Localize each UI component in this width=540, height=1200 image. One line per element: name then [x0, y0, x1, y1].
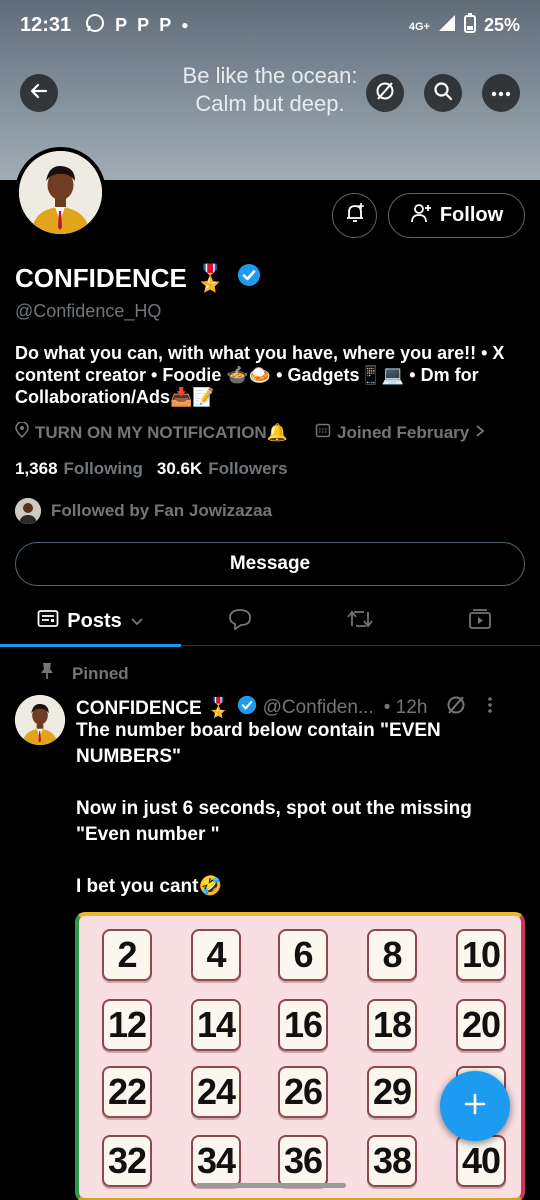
board-number-cell: 12 [102, 999, 152, 1051]
person-add-icon [410, 203, 432, 229]
notification-icons: P P P ● [85, 13, 188, 38]
location-pin-icon [15, 421, 29, 443]
board-number-cell: 36 [278, 1135, 328, 1187]
board-number-cell: 10 [456, 929, 506, 981]
post-more-icon[interactable] [487, 696, 493, 720]
more-horizontal-icon [491, 84, 511, 102]
board-number-cell: 4 [191, 929, 241, 981]
board-number-cell: 6 [278, 929, 328, 981]
grok-button[interactable] [366, 74, 404, 112]
status-bar: 12:31 P P P ● 4G+ 25% [0, 0, 540, 50]
post-line-1: The number board below contain "EVEN NUM… [76, 720, 441, 767]
calendar-icon [315, 422, 331, 443]
board-number-cell: 18 [367, 999, 417, 1051]
follow-label: Follow [439, 204, 504, 226]
battery-level: 25% [483, 14, 520, 35]
repost-icon [346, 608, 374, 635]
pinned-indicator: Pinned [40, 662, 129, 685]
following-count[interactable]: 1,368 [15, 459, 58, 479]
profile-tabs: Posts [0, 596, 540, 647]
tab-reposts[interactable] [320, 596, 400, 646]
board-number-cell: 16 [278, 999, 328, 1051]
board-number-cell: 2 [102, 929, 152, 981]
tab-posts-label: Posts [67, 609, 122, 632]
whatsapp-icon [85, 13, 105, 38]
board-number-cell: 38 [367, 1135, 417, 1187]
board-number-cell: 24 [191, 1066, 241, 1118]
profile-joined[interactable]: Joined February [315, 422, 485, 443]
post-author-handle[interactable]: @Confiden... [263, 697, 374, 719]
chevron-down-icon [130, 610, 144, 633]
verified-badge-icon[interactable] [237, 263, 261, 294]
follow-counts: 1,368 Following 30.6K Followers [15, 459, 288, 479]
pin-icon [40, 662, 54, 685]
bell-plus-icon [344, 202, 366, 229]
avatar-illustration [19, 151, 102, 234]
post-line-2: Now in just 6 seconds, spot out the miss… [76, 798, 472, 845]
profile-name-row: CONFIDENCE 🎖️ [15, 263, 261, 294]
post-avatar-illustration [15, 695, 65, 745]
post-body[interactable]: The number board below contain "EVEN NUM… [76, 718, 516, 926]
arrow-left-icon [29, 81, 49, 106]
post-author-name[interactable]: CONFIDENCE 🎖️ [76, 696, 231, 720]
profile-name: CONFIDENCE 🎖️ [15, 263, 227, 293]
post-author-avatar[interactable] [15, 695, 65, 745]
more-options-button[interactable] [482, 74, 520, 112]
tab-media[interactable] [440, 596, 520, 646]
post-time: • 12h [383, 697, 428, 718]
joined-text: Joined February [337, 422, 470, 442]
network-type: 4G+ [408, 20, 430, 33]
followers-label[interactable]: Followers [208, 459, 287, 479]
board-number-cell: 32 [102, 1135, 152, 1187]
message-button[interactable]: Message [15, 542, 525, 586]
compose-post-button[interactable] [440, 1071, 510, 1141]
profile-avatar[interactable] [15, 147, 106, 238]
following-label[interactable]: Following [64, 459, 143, 479]
tab-posts[interactable]: Posts [0, 596, 181, 647]
reply-bubble-icon [228, 608, 252, 635]
follower-avatar [15, 498, 41, 524]
location-text: TURN ON MY NOTIFICATION🔔 [35, 422, 288, 442]
search-button[interactable] [424, 74, 462, 112]
app-p-icon-3: P [159, 14, 172, 35]
media-video-icon [468, 608, 492, 635]
app-p-icon-1: P [115, 14, 128, 35]
signal-icon [438, 14, 456, 37]
status-right: 4G+ 25% [408, 12, 520, 38]
board-number-cell: 29 [367, 1066, 417, 1118]
plus-icon [463, 1092, 487, 1121]
board-number-cell: 26 [278, 1066, 328, 1118]
pinned-label: Pinned [72, 663, 129, 683]
chevron-right-icon [475, 423, 485, 443]
search-icon [433, 81, 453, 106]
follow-button[interactable]: Follow [388, 193, 525, 238]
board-number-cell: 14 [191, 999, 241, 1051]
app-p-icon-2: P [137, 14, 150, 35]
posts-icon [37, 608, 59, 634]
active-tab-indicator [0, 644, 181, 647]
board-number-cell: 8 [367, 929, 417, 981]
tab-replies[interactable] [200, 596, 280, 646]
board-number-cell: 34 [191, 1135, 241, 1187]
battery-icon [463, 12, 476, 38]
board-number-cell: 22 [102, 1066, 152, 1118]
profile-handle: @Confidence_HQ [15, 301, 162, 321]
home-indicator[interactable] [196, 1183, 346, 1188]
followed-by[interactable]: Followed by Fan Jowizazaa [15, 498, 272, 524]
profile-location: TURN ON MY NOTIFICATION🔔 [15, 421, 288, 443]
dot-icon: ● [181, 18, 189, 32]
back-button[interactable] [20, 74, 58, 112]
profile-bio: Do what you can, with what you have, whe… [15, 343, 505, 407]
status-time: 12:31 [20, 13, 72, 36]
post-line-3: I bet you cant🤣 [76, 876, 223, 897]
board-number-cell: 40 [456, 1135, 506, 1187]
notifications-bell-button[interactable] [332, 193, 377, 238]
board-number-cell: 20 [456, 999, 506, 1051]
grok-icon [374, 80, 396, 107]
followed-by-text: Followed by Fan Jowizazaa [51, 501, 273, 520]
followers-count[interactable]: 30.6K [157, 459, 202, 479]
post-image-number-board[interactable]: 246810121416182022242629303234363840 [75, 912, 525, 1200]
